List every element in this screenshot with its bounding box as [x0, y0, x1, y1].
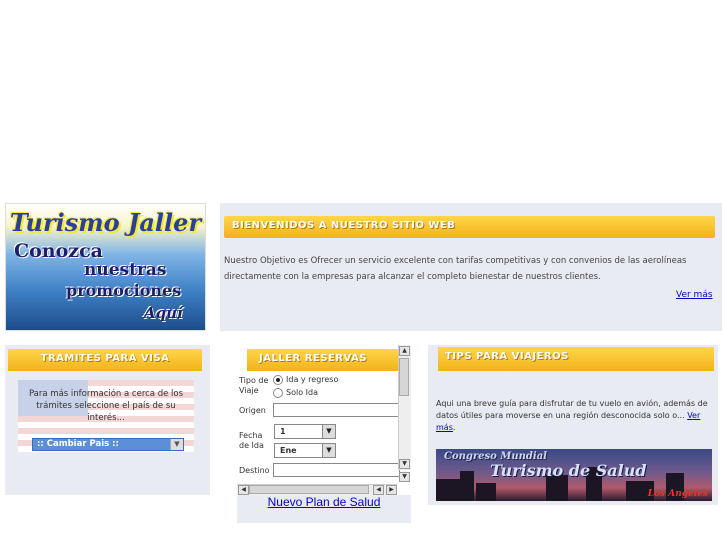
radio-solo-ida-label: Solo Ida — [286, 388, 318, 397]
banner-line-2: nuestras — [84, 260, 167, 280]
month-select-value: Ene — [280, 446, 297, 455]
skyline-building — [460, 471, 474, 501]
tips-body: Aqui una breve guía para disfrutar de tu… — [436, 399, 708, 420]
promo-banner[interactable]: Turismo Jaller Conozca nuestras promocio… — [5, 203, 206, 331]
destino-label: Destino — [239, 466, 270, 475]
reservas-header: JALLER RESERVAS — [247, 349, 398, 371]
reservas-frame: JALLER RESERVAS Tipo de Viaje Ida y regr… — [237, 345, 411, 495]
tips-text: Aqui una breve guía para disfrutar de tu… — [436, 398, 714, 434]
radio-ida-regreso-label: Ida y regreso — [286, 375, 339, 384]
welcome-header: BIENVENIDOS A NUESTRO SITIO WEB — [224, 216, 715, 238]
visa-header: TRAMITES PARA VISA — [8, 349, 202, 371]
visa-text: Para más información a cerca de los trám… — [28, 389, 184, 423]
scroll-down-icon[interactable]: ▼ — [399, 472, 410, 482]
vertical-scroll-thumb[interactable] — [399, 358, 409, 396]
radio-solo-ida[interactable] — [273, 388, 283, 398]
day-select[interactable]: 1 ▼ — [274, 424, 336, 439]
welcome-text: Nuestro Objetivo es Ofrecer un servicio … — [224, 256, 687, 282]
chevron-down-icon[interactable]: ▼ — [170, 439, 183, 450]
scroll-down-icon[interactable]: ▼ — [399, 459, 410, 469]
skyline-building — [476, 483, 496, 501]
banner-line-4: Aquí — [144, 304, 183, 322]
scroll-left-icon[interactable]: ◀ — [238, 485, 249, 495]
welcome-more-link[interactable]: Ver más — [676, 290, 713, 300]
horizontal-scroll-thumb[interactable] — [249, 485, 369, 494]
destino-input[interactable] — [273, 463, 400, 477]
chevron-down-icon[interactable]: ▼ — [322, 425, 335, 438]
scroll-right-icon[interactable]: ▶ — [386, 485, 397, 495]
banner-line-1: Conozca — [14, 240, 103, 262]
scroll-left-icon[interactable]: ◀ — [373, 485, 384, 495]
banner-line-3: promociones — [66, 281, 182, 300]
month-select[interactable]: Ene ▼ — [274, 443, 336, 458]
tipo-viaje-label: Tipo de Viaje — [239, 376, 269, 395]
tips-header: TIPS PARA VIAJEROS — [438, 347, 714, 371]
country-select-value: :: Cambiar Pais :: — [37, 439, 119, 449]
day-select-value: 1 — [280, 427, 286, 436]
tips-after-more: . — [452, 423, 456, 432]
radio-ida-regreso[interactable] — [273, 375, 283, 385]
scroll-up-icon[interactable]: ▲ — [399, 346, 410, 356]
skyline-building — [436, 479, 462, 501]
origen-input[interactable] — [273, 403, 400, 417]
chevron-down-icon[interactable]: ▼ — [322, 444, 335, 457]
origen-label: Origen — [239, 406, 266, 415]
congreso-main-text: Turismo de Salud — [490, 461, 647, 480]
country-select[interactable]: :: Cambiar Pais :: ▼ — [32, 438, 184, 451]
banner-title: Turismo Jaller — [9, 208, 202, 237]
nuevo-plan-salud-link[interactable]: Nuevo Plan de Salud — [237, 495, 411, 509]
congreso-city-text: Los Angeles — [647, 489, 708, 499]
fecha-ida-label: Fecha de Ida — [239, 431, 264, 450]
congreso-banner[interactable]: Congreso Mundial Turismo de Salud Los An… — [436, 449, 712, 501]
